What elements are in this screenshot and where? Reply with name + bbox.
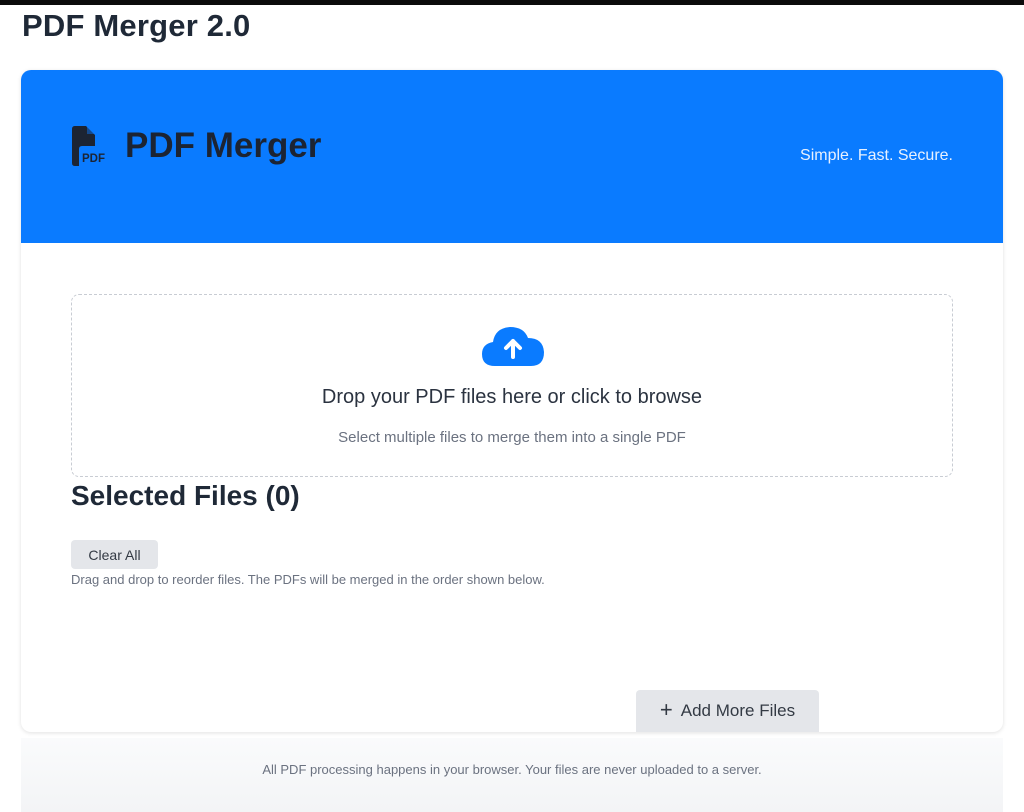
reorder-hint: Drag and drop to reorder files. The PDFs…: [71, 572, 545, 587]
selected-files-heading: Selected Files (0): [71, 480, 300, 511]
brand-title: PDF Merger: [125, 126, 322, 165]
app-card: PDF PDF Merger Simple. Fast. Secure. Dro…: [21, 70, 1003, 732]
cloud-upload-icon: [482, 327, 544, 366]
add-more-files-button[interactable]: + Add More Files: [636, 690, 819, 732]
top-border: [0, 0, 1024, 5]
pdf-file-icon: PDF: [72, 126, 105, 166]
footer: All PDF processing happens in your brows…: [21, 738, 1003, 812]
header-banner: PDF PDF Merger Simple. Fast. Secure.: [21, 70, 1003, 243]
footer-privacy-note: All PDF processing happens in your brows…: [262, 762, 762, 777]
svg-text:PDF: PDF: [82, 153, 105, 165]
file-dropzone[interactable]: Drop your PDF files here or click to bro…: [71, 294, 953, 477]
plus-icon: +: [659, 697, 673, 722]
add-more-files-label: Add More Files: [680, 701, 796, 720]
page-title: PDF Merger 2.0: [22, 8, 251, 43]
dropzone-subtitle: Select multiple files to merge them into…: [338, 429, 686, 446]
clear-all-button[interactable]: Clear All: [71, 540, 158, 569]
tagline: Simple. Fast. Secure.: [800, 147, 953, 164]
dropzone-title: Drop your PDF files here or click to bro…: [321, 386, 703, 408]
